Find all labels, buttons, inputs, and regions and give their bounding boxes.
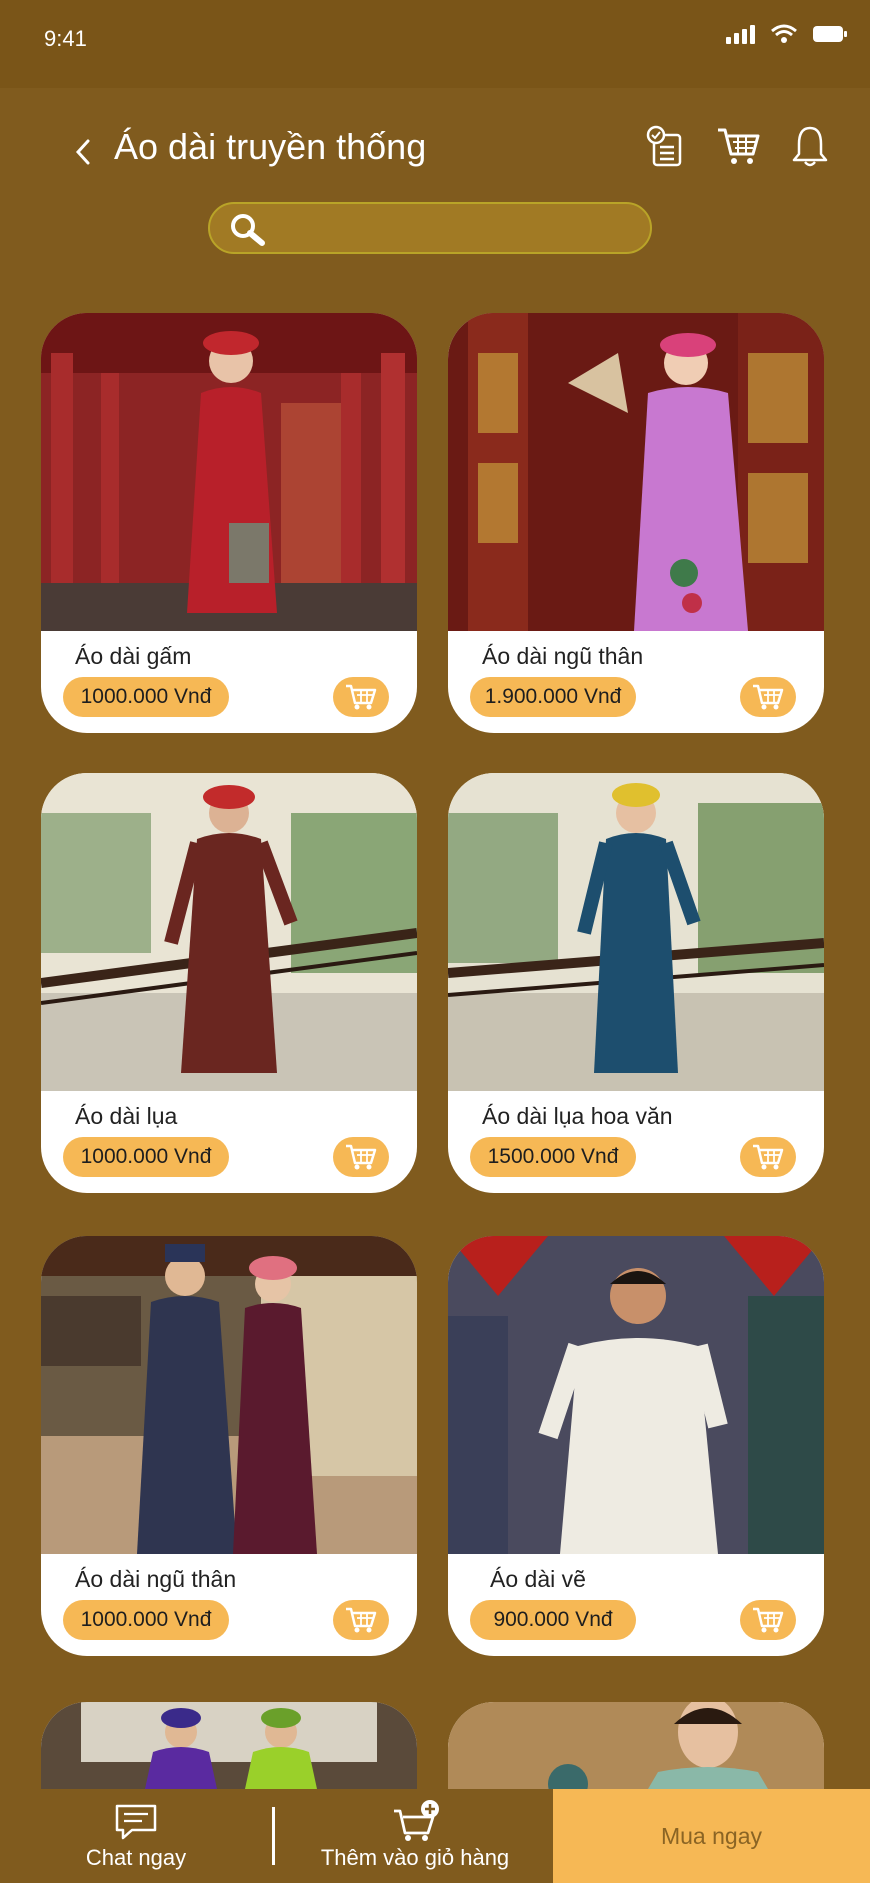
product-card[interactable]: [448, 1702, 824, 1789]
cart-icon: [718, 128, 760, 164]
status-bar: 9:41: [0, 0, 870, 88]
bottom-action-bar: Chat ngay Thêm vào giỏ hàng Mua ngay: [0, 1789, 870, 1883]
notification-button[interactable]: [786, 122, 834, 170]
add-to-cart-icon: [346, 684, 377, 710]
battery-icon: [813, 26, 847, 42]
search-input[interactable]: [280, 212, 640, 246]
product-name: Áo dài lụa hoa văn: [482, 1103, 673, 1129]
product-price: 1000.000 Vnđ: [63, 1600, 229, 1640]
product-price: 1000.000 Vnđ: [63, 677, 229, 717]
product-image: [41, 1236, 417, 1554]
add-to-cart-button[interactable]: [333, 1600, 389, 1640]
add-to-cart-button[interactable]: [740, 1137, 796, 1177]
product-image: [448, 313, 824, 631]
chat-icon: [115, 1804, 157, 1840]
back-button[interactable]: [68, 130, 98, 174]
page-title: Áo dài truyền thống: [114, 126, 427, 167]
add-to-cart-icon: [346, 1144, 377, 1170]
add-to-cart-icon: [753, 1607, 784, 1633]
product-image: [41, 313, 417, 631]
wifi-icon: [771, 24, 797, 43]
search-bar[interactable]: [208, 202, 652, 254]
product-price: 1.900.000 Vnđ: [470, 677, 636, 717]
add-to-cart-icon: [346, 1607, 377, 1633]
product-card[interactable]: Áo dài lụa hoa văn 1500.000 Vnđ: [448, 773, 824, 1193]
cart-button[interactable]: [714, 122, 762, 170]
divider: [272, 1807, 275, 1865]
product-price: 1500.000 Vnđ: [470, 1137, 636, 1177]
add-to-cart-label: Thêm vào giỏ hàng: [320, 1845, 510, 1870]
add-to-cart-icon: [753, 684, 784, 710]
add-to-cart-bar-button[interactable]: Thêm vào giỏ hàng: [310, 1789, 520, 1883]
product-name: Áo dài lụa: [75, 1103, 178, 1129]
add-to-cart-button[interactable]: [740, 677, 796, 717]
product-card[interactable]: Áo dài lụa 1000.000 Vnđ: [41, 773, 417, 1193]
product-price: 900.000 Vnđ: [470, 1600, 636, 1640]
cart-plus-icon: [394, 1800, 439, 1841]
signal-icon: [726, 25, 755, 44]
chat-now-button[interactable]: Chat ngay: [70, 1789, 200, 1883]
status-icons: [726, 24, 848, 44]
product-name: Áo dài vẽ: [490, 1566, 586, 1592]
product-image: [448, 773, 824, 1091]
back-icon: [75, 139, 90, 165]
bell-icon: [792, 126, 828, 167]
product-price: 1000.000 Vnđ: [63, 1137, 229, 1177]
add-to-cart-button[interactable]: [333, 1137, 389, 1177]
buy-now-button[interactable]: Mua ngay: [553, 1789, 870, 1883]
product-card[interactable]: Áo dài ngũ thân 1000.000 Vnđ: [41, 1236, 417, 1656]
add-to-cart-button[interactable]: [740, 1600, 796, 1640]
chat-now-label: Chat ngay: [85, 1845, 187, 1870]
product-name: Áo dài ngũ thân: [75, 1566, 237, 1592]
product-card[interactable]: Áo dài vẽ 900.000 Vnđ: [448, 1236, 824, 1656]
order-list-icon: [646, 125, 682, 167]
product-card[interactable]: Áo dài gấm 1000.000 Vnđ: [41, 313, 417, 733]
add-to-cart-icon: [753, 1144, 784, 1170]
product-image: [448, 1702, 824, 1789]
product-image: [41, 1702, 417, 1789]
status-time: 9:41: [44, 26, 87, 51]
product-name: Áo dài ngũ thân: [482, 643, 644, 669]
product-card[interactable]: Áo dài ngũ thân 1.900.000 Vnđ: [448, 313, 824, 733]
product-name: Áo dài gấm: [75, 643, 192, 669]
product-image: [41, 773, 417, 1091]
product-image: [448, 1236, 824, 1554]
order-list-button[interactable]: [642, 122, 690, 170]
add-to-cart-button[interactable]: [333, 677, 389, 717]
search-icon: [231, 214, 265, 246]
product-card[interactable]: [41, 1702, 417, 1789]
